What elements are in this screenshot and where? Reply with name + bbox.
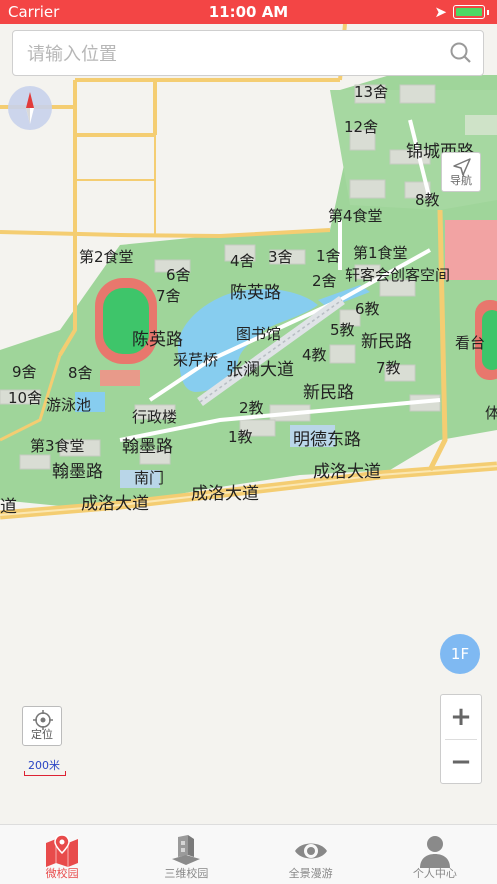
tab-label-personal-center: 个人中心: [412, 867, 457, 880]
search-icon[interactable]: [449, 41, 473, 69]
search-bar[interactable]: [12, 30, 484, 76]
scale-bar: [24, 771, 66, 776]
map-label-mingdedonglu[interactable]: 明德东路: [293, 430, 361, 450]
map-label-6she[interactable]: 6舍: [166, 266, 191, 284]
map-label-1jiao[interactable]: 1教: [228, 428, 253, 446]
map-label-2she[interactable]: 2舍: [312, 272, 337, 290]
tab-3d-campus[interactable]: 三维校园: [124, 825, 248, 884]
map-label-13she[interactable]: 13舍: [354, 83, 388, 101]
map-label-4she[interactable]: 4舍: [230, 252, 255, 270]
status-indicators: ➤: [434, 3, 489, 21]
campus-map[interactable]: 13舍 12舍 锦城西路 8教 第4食堂 第2食堂 4舍 3舍 1舍 第1食堂 …: [0, 24, 497, 824]
map-label-chenyinglu-west[interactable]: 陈英路: [132, 330, 183, 350]
map-label-canteen4[interactable]: 第4食堂: [328, 207, 383, 225]
tab-label-panorama: 全景漫游: [288, 867, 333, 880]
map-label-xinminlu-south[interactable]: 新民路: [303, 383, 354, 403]
tab-bar: 微校园 三维校园 全景漫游 个人中心: [0, 824, 497, 884]
sports-block: [445, 220, 497, 280]
map-label-12she[interactable]: 12舍: [344, 118, 378, 136]
tab-label-3d-campus: 三维校园: [164, 867, 209, 880]
map-label-chengluo-west[interactable]: 成洛大道: [81, 494, 149, 514]
map-label-hanmolu-west[interactable]: 翰墨路: [52, 462, 103, 482]
tab-label-micro-campus: 微校园: [45, 867, 79, 880]
map-label-xinminlu-north[interactable]: 新民路: [361, 332, 412, 352]
status-bar: Carrier 11:00 AM ➤: [0, 0, 497, 24]
map-label-chengluo-mid[interactable]: 成洛大道: [191, 484, 259, 504]
map-label-dao[interactable]: 道: [0, 497, 17, 517]
map-label-6jiao[interactable]: 6教: [355, 300, 380, 318]
map-label-nanmen[interactable]: 南门: [134, 469, 164, 487]
map-label-8jiao[interactable]: 8教: [415, 191, 440, 209]
battery-tip: [487, 9, 489, 15]
map-label-ti[interactable]: 体: [485, 404, 497, 422]
map-label-1she[interactable]: 1舍: [316, 247, 341, 265]
compass-button[interactable]: [8, 86, 52, 130]
map-label-canteen3[interactable]: 第3食堂: [30, 437, 85, 455]
navigation-button[interactable]: 导航: [441, 152, 481, 192]
compass-icon: [26, 92, 34, 124]
map-label-2jiao[interactable]: 2教: [239, 399, 264, 417]
location-arrow-icon: ➤: [434, 3, 447, 21]
floor-switch-button[interactable]: 1F: [440, 634, 480, 674]
map-label-admin[interactable]: 行政楼: [132, 408, 177, 426]
map-label-chengluo-east[interactable]: 成洛大道: [313, 462, 381, 482]
map-label-canteen1[interactable]: 第1食堂: [353, 244, 408, 262]
map-label-caiqinqiao[interactable]: 采芹桥: [173, 351, 218, 369]
battery-icon: [453, 5, 485, 19]
map-label-4jiao[interactable]: 4教: [302, 346, 327, 364]
zoom-out-button[interactable]: −: [441, 740, 481, 784]
tab-micro-campus[interactable]: 微校园: [0, 825, 124, 884]
locate-button[interactable]: 定位: [22, 706, 62, 746]
map-label-canteen2[interactable]: 第2食堂: [79, 248, 134, 266]
map-label-8she[interactable]: 8舍: [68, 364, 93, 382]
map-label-9she[interactable]: 9舍: [12, 363, 37, 381]
search-input[interactable]: [25, 39, 429, 69]
navigation-label: 导航: [450, 174, 472, 187]
map-label-library[interactable]: 图书馆: [236, 325, 281, 343]
map-label-xuanke[interactable]: 轩客会创客空间: [345, 266, 450, 284]
clock: 11:00 AM: [208, 3, 289, 21]
map-label-7jiao[interactable]: 7教: [376, 359, 401, 377]
map-label-hanmolu-east[interactable]: 翰墨路: [122, 437, 173, 457]
map-label-kantai[interactable]: 看台: [455, 334, 485, 352]
map-label-3she[interactable]: 3舍: [268, 248, 293, 266]
map-label-5jiao[interactable]: 5教: [330, 321, 355, 339]
locate-label: 定位: [31, 728, 53, 741]
map-label-7she[interactable]: 7舍: [156, 287, 181, 305]
map-label-chenyinglu-north[interactable]: 陈英路: [230, 283, 281, 303]
tab-personal-center[interactable]: 个人中心: [373, 825, 497, 884]
map-label-pool[interactable]: 游泳池: [46, 396, 91, 414]
zoom-control: + −: [440, 694, 482, 784]
tab-panorama[interactable]: 全景漫游: [249, 825, 373, 884]
zoom-in-button[interactable]: +: [441, 695, 481, 739]
map-label-zhanglan[interactable]: 张澜大道: [226, 360, 294, 380]
map-label-10she[interactable]: 10舍: [8, 389, 42, 407]
